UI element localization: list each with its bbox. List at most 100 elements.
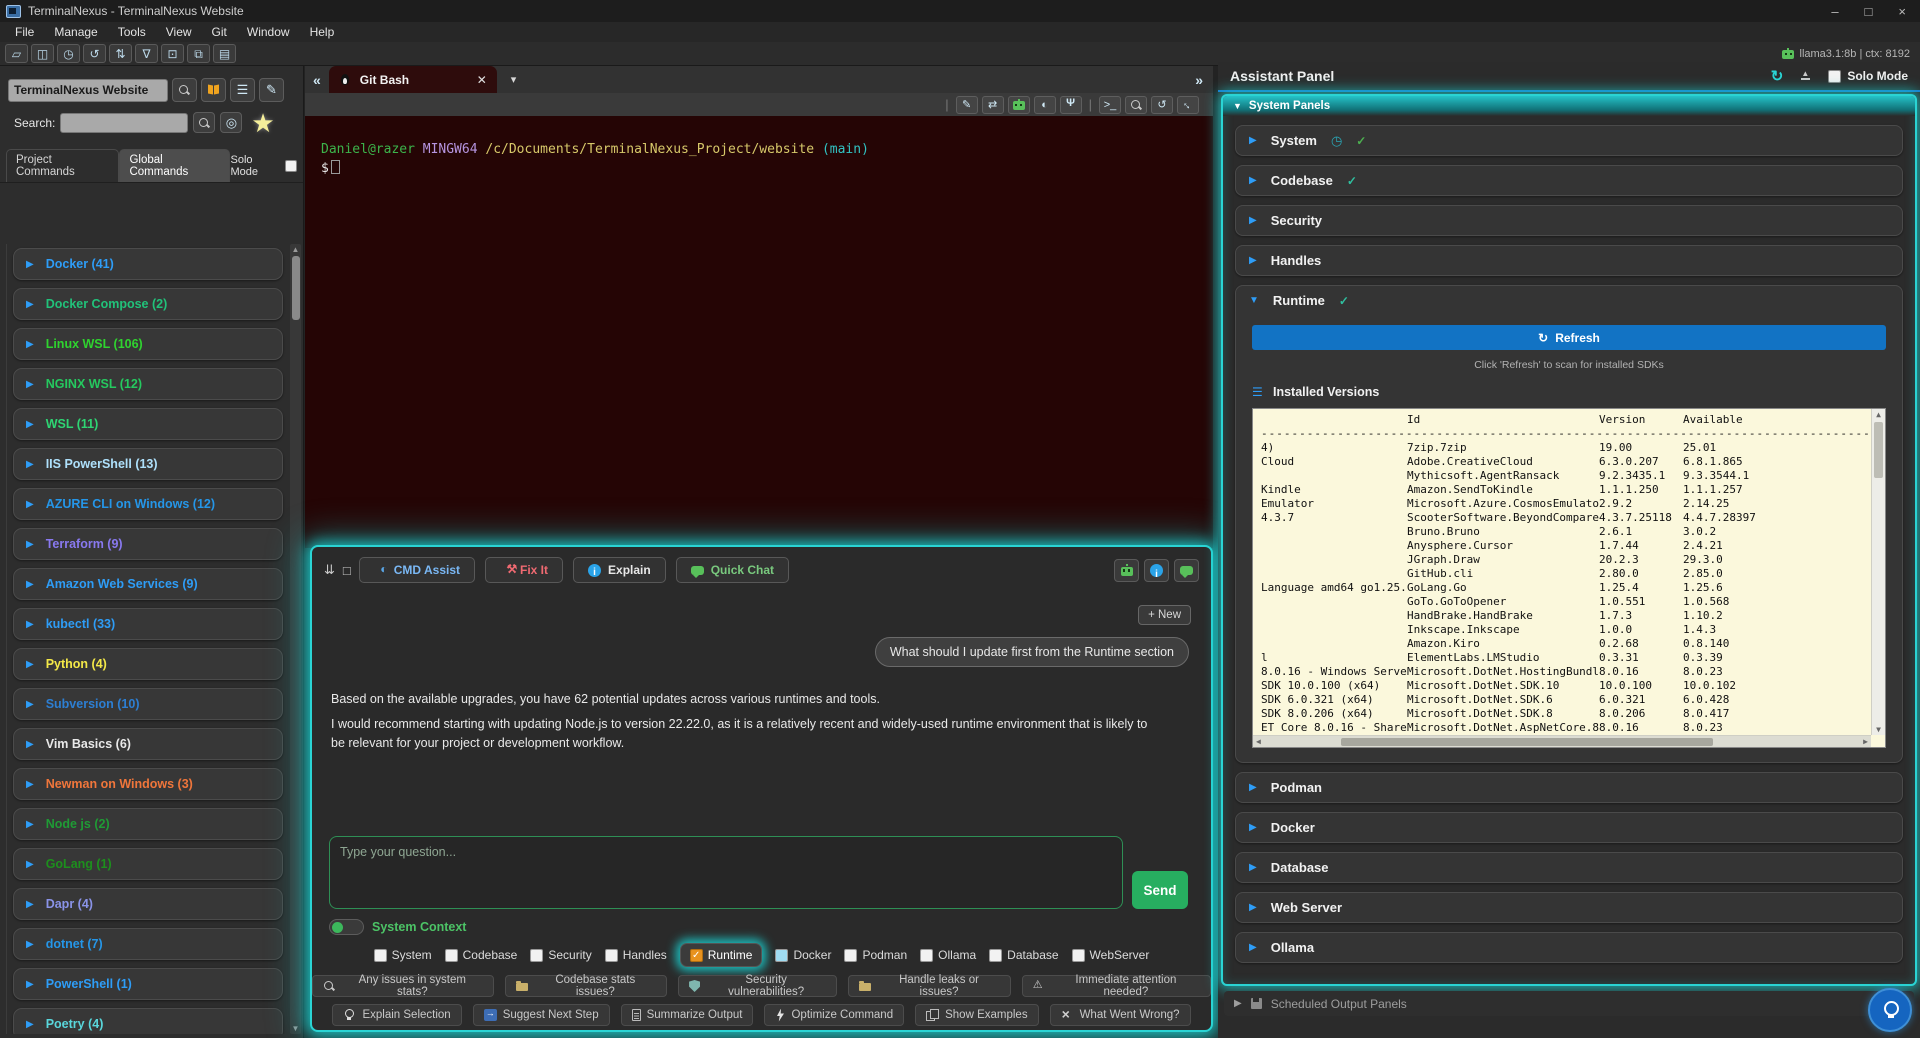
panel-header[interactable]: ▶Database (1236, 853, 1902, 882)
panel-header[interactable]: ▶Codebase✓ (1236, 166, 1902, 195)
history-icon[interactable]: ↺ (83, 44, 106, 63)
quick-optimize-command[interactable]: Optimize Command (764, 1004, 904, 1026)
panel-handles[interactable]: ▶Handles (1235, 245, 1903, 276)
target-button[interactable]: ◎ (220, 112, 242, 133)
terminal-history-button[interactable]: ↺ (1151, 96, 1173, 114)
eject-icon[interactable] (1799, 70, 1812, 82)
hint-lightbulb-button[interactable] (1868, 988, 1912, 1032)
sidebar-category-linux-wsl[interactable]: ▶Linux WSL (106) (13, 328, 283, 360)
sidebar-category-subversion[interactable]: ▶Subversion (10) (13, 688, 283, 720)
panel-header[interactable]: ▶Security (1236, 206, 1902, 235)
context-checkbox-runtime[interactable]: ✓Runtime (680, 943, 763, 967)
sidebar-category-kubectl[interactable]: ▶kubectl (33) (13, 608, 283, 640)
scheduled-output-panels-bar[interactable]: ▶ Scheduled Output Panels (1224, 991, 1914, 1016)
context-checkbox-ollama[interactable]: Ollama (920, 948, 976, 962)
sidebar-category-golang[interactable]: ▶GoLang (1) (13, 848, 283, 880)
maximize-button[interactable]: □ (1865, 4, 1873, 19)
fullscreen-icon[interactable]: ⊡ (161, 44, 184, 63)
menu-manage[interactable]: Manage (45, 23, 106, 41)
table-row[interactable]: JGraph.Draw20.2.329.3.0 (1253, 553, 1885, 567)
sidebar-category-docker[interactable]: ▶Docker (41) (13, 248, 283, 280)
quick-summarize-output[interactable]: Summarize Output (621, 1004, 754, 1026)
panel-docker[interactable]: ▶Docker (1235, 812, 1903, 843)
terminal-output[interactable]: Daniel@razer MINGW64 /c/Documents/Termin… (305, 116, 1213, 178)
new-chat-button[interactable]: + New (1138, 605, 1191, 625)
table-row[interactable]: Amazon.Kiro0.2.680.8.140 (1253, 637, 1885, 651)
table-row[interactable]: Mythicsoft.AgentRansack9.2.3435.19.3.354… (1253, 469, 1885, 483)
sort-icon[interactable]: ⇅ (109, 44, 132, 63)
bookmarks-button[interactable] (201, 78, 226, 102)
panel-system[interactable]: ▶System◷✓ (1235, 125, 1903, 156)
tab-global-commands[interactable]: Global Commands (119, 149, 230, 182)
sidebar-category-dotnet[interactable]: ▶dotnet (7) (13, 928, 283, 960)
collapse-left-icon[interactable]: « (305, 72, 329, 88)
open-folder-icon[interactable]: ▱ (5, 44, 28, 63)
menu-help[interactable]: Help (301, 23, 344, 41)
copy-windows-icon[interactable]: ⧉ (187, 44, 210, 63)
search-button[interactable] (172, 78, 197, 102)
table-row[interactable]: SDK 6.0.321 (x64)Microsoft.DotNet.SDK.66… (1253, 693, 1885, 707)
sidebar-category-terraform[interactable]: ▶Terraform (9) (13, 528, 283, 560)
menu-view[interactable]: View (157, 23, 201, 41)
sidebar-category-node-js[interactable]: ▶Node js (2) (13, 808, 283, 840)
context-checkbox-system[interactable]: System (374, 948, 432, 962)
new-terminal-button[interactable]: >_ (1099, 96, 1121, 114)
solo-mode-checkbox[interactable] (285, 160, 297, 172)
system-panels-header[interactable]: ▼ System Panels (1223, 96, 1915, 116)
system-context-toggle[interactable] (329, 919, 364, 935)
filter-icon[interactable]: ∇ (135, 44, 158, 63)
sidebar-category-dapr[interactable]: ▶Dapr (4) (13, 888, 283, 920)
question-input[interactable] (329, 836, 1123, 909)
fullscreen-icon[interactable]: □ (343, 563, 351, 578)
list-view-button[interactable]: ☰ (230, 78, 255, 102)
quick-any-issues-in-system-stats[interactable]: Any issues in system stats? (312, 975, 494, 997)
send-button[interactable]: Send (1132, 871, 1188, 909)
context-checkbox-docker[interactable]: Docker (775, 948, 831, 962)
menu-window[interactable]: Window (238, 23, 299, 41)
quick-handle-leaks-or-issues[interactable]: Handle leaks or issues? (848, 975, 1010, 997)
run-search-button[interactable] (193, 112, 215, 133)
quick-codebase-stats-issues[interactable]: Codebase stats issues? (505, 975, 668, 997)
sidebar-category-iis-powershell[interactable]: ▶IIS PowerShell (13) (13, 448, 283, 480)
sidebar-category-python[interactable]: ▶Python (4) (13, 648, 283, 680)
table-row[interactable]: HandBrake.HandBrake1.7.31.10.2 (1253, 609, 1885, 623)
sidebar-category-newman-on-windows[interactable]: ▶Newman on Windows (3) (13, 768, 283, 800)
favorites-star-icon[interactable]: ★ (251, 113, 274, 133)
terminal-search-button[interactable] (1125, 96, 1147, 114)
panel-podman[interactable]: ▶Podman (1235, 772, 1903, 803)
table-row[interactable]: 8.0.16 - Windows Server Hos…Microsoft.Do… (1253, 665, 1885, 679)
clock-icon[interactable]: ◷ (57, 44, 80, 63)
panel-security[interactable]: ▶Security (1235, 205, 1903, 236)
menu-tools[interactable]: Tools (109, 23, 155, 41)
sidebar-category-amazon-web-services[interactable]: ▶Amazon Web Services (9) (13, 568, 283, 600)
tab-dropdown-icon[interactable]: ▾ (497, 73, 531, 86)
chat-bubble-button[interactable] (1174, 559, 1199, 582)
terminal-tab-git-bash[interactable]: Git Bash ✕ (329, 66, 497, 93)
collapse-all-icon[interactable]: ⇊ (324, 562, 335, 578)
table-row[interactable]: Anysphere.Cursor1.7.442.4.21 (1253, 539, 1885, 553)
tab-project-commands[interactable]: Project Commands (6, 149, 119, 182)
quick-explain-selection[interactable]: Explain Selection (332, 1004, 461, 1026)
panel-header[interactable]: ▶Ollama (1236, 933, 1902, 962)
panel-ollama[interactable]: ▶Ollama (1235, 932, 1903, 963)
sidebar-category-wsl[interactable]: ▶WSL (11) (13, 408, 283, 440)
table-row[interactable]: CloudAdobe.CreativeCloud6.3.0.2076.8.1.8… (1253, 455, 1885, 469)
panel-header[interactable]: ▶Docker (1236, 813, 1902, 842)
panel-web-server[interactable]: ▶Web Server (1235, 892, 1903, 923)
robot-button[interactable] (1008, 96, 1030, 114)
refresh-icon[interactable]: ↻ (1771, 67, 1784, 85)
table-row[interactable]: 4.3.7ScooterSoftware.BeyondCompare.44.3.… (1253, 511, 1885, 525)
swap-button[interactable]: ⇄ (982, 96, 1004, 114)
table-row[interactable]: ET Core 8.0.16 - Shared Fra…Microsoft.Do… (1253, 721, 1885, 735)
table-row[interactable]: GitHub.cli2.80.02.85.0 (1253, 567, 1885, 581)
script-edit-button[interactable]: ✎ (956, 96, 978, 114)
panel-header[interactable]: ▶Podman (1236, 773, 1902, 802)
cmd-assist-button[interactable]: CMD Assist (359, 557, 475, 583)
panel-codebase[interactable]: ▶Codebase✓ (1235, 165, 1903, 196)
context-checkbox-database[interactable]: Database (989, 948, 1058, 962)
quick-chat-button[interactable]: Quick Chat (676, 557, 789, 583)
refresh-sdks-button[interactable]: ↻ Refresh (1252, 325, 1886, 350)
git-branch-button[interactable] (1060, 96, 1082, 114)
quick-immediate-attention-needed[interactable]: Immediate attention needed? (1022, 975, 1211, 997)
context-checkbox-webserver[interactable]: WebServer (1072, 948, 1150, 962)
